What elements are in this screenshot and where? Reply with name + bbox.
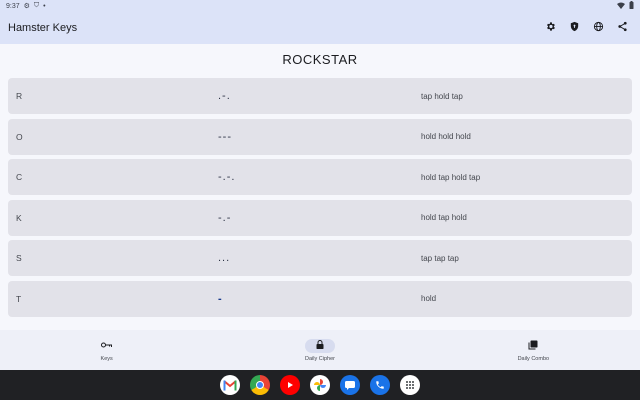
system-dock: [0, 370, 640, 400]
nav-daily-combo-label: Daily Combo: [517, 355, 550, 362]
settings-button[interactable]: [540, 18, 560, 38]
share-icon: [617, 19, 628, 37]
status-bar: 9:37 ⚙ ⛉ •: [0, 0, 640, 12]
cipher-list: R .-. tap hold tap O --- hold hold hold …: [8, 78, 632, 321]
row-description: tap hold tap: [421, 91, 463, 101]
shield-icon: [569, 19, 580, 37]
row-description: hold: [421, 294, 437, 303]
nav-daily-combo[interactable]: Daily Combo: [427, 330, 640, 370]
cipher-row-r: R .-. tap hold tap: [8, 78, 632, 114]
app-title: Hamster Keys: [8, 22, 78, 34]
row-description: hold hold hold: [421, 132, 471, 141]
globe-icon: [593, 19, 604, 37]
row-morse: -.-: [218, 211, 232, 224]
row-letter: C: [16, 172, 23, 182]
gmail-icon[interactable]: [220, 375, 240, 395]
row-letter: T: [16, 293, 22, 304]
wifi-icon: [617, 2, 625, 11]
settings-status-icon: ⚙: [23, 3, 30, 10]
apps-icon[interactable]: [400, 375, 420, 395]
nav-keys[interactable]: Keys: [0, 330, 213, 370]
cipher-word: ROCKSTAR: [282, 52, 358, 67]
chrome-icon[interactable]: [250, 375, 270, 395]
nav-combo-pill: [518, 339, 548, 353]
row-morse: ---: [218, 130, 232, 143]
nav-cipher-pill: [304, 338, 335, 353]
photos-icon[interactable]: [310, 375, 330, 395]
messages-icon[interactable]: [340, 375, 360, 395]
cipher-row-t: T - hold: [8, 280, 632, 317]
language-button[interactable]: [588, 18, 608, 38]
app-bar: Hamster Keys: [0, 12, 640, 44]
youtube-icon[interactable]: [280, 375, 300, 395]
privacy-button[interactable]: [564, 18, 584, 38]
gear-icon: [545, 19, 556, 37]
bottom-nav: Keys Daily Cipher Daily Combo: [0, 330, 640, 370]
row-description: tap tap tap: [421, 253, 459, 263]
cipher-row-k: K -.- hold tap hold: [8, 199, 632, 236]
status-time: 9:37: [6, 2, 20, 10]
row-morse: ...: [218, 252, 231, 264]
cipher-row-c: C -.-. hold tap hold tap: [8, 159, 632, 195]
key-icon: [101, 341, 113, 351]
nav-daily-cipher[interactable]: Daily Cipher: [213, 330, 426, 370]
nav-keys-pill: [92, 339, 122, 353]
row-letter: S: [16, 253, 22, 263]
cipher-row-o: O --- hold hold hold: [8, 118, 632, 155]
nav-daily-cipher-label: Daily Cipher: [305, 355, 335, 362]
row-letter: R: [16, 91, 23, 101]
cards-icon: [528, 340, 538, 352]
notification-status-icon: •: [43, 2, 46, 10]
row-morse: -.-.: [218, 171, 236, 183]
nav-keys-label: Keys: [100, 355, 113, 362]
lock-icon: [316, 340, 324, 351]
row-letter: K: [16, 212, 22, 223]
battery-icon: [629, 1, 634, 11]
phone-icon[interactable]: [370, 375, 390, 395]
row-letter: O: [16, 131, 23, 142]
row-description: hold tap hold tap: [421, 172, 481, 182]
row-morse: .-.: [218, 90, 231, 102]
row-morse: -: [218, 292, 223, 305]
cipher-row-s: S ... tap tap tap: [8, 240, 632, 276]
row-description: hold tap hold: [421, 213, 467, 222]
share-button[interactable]: [612, 18, 632, 38]
shield-status-icon: ⛉: [33, 2, 40, 9]
